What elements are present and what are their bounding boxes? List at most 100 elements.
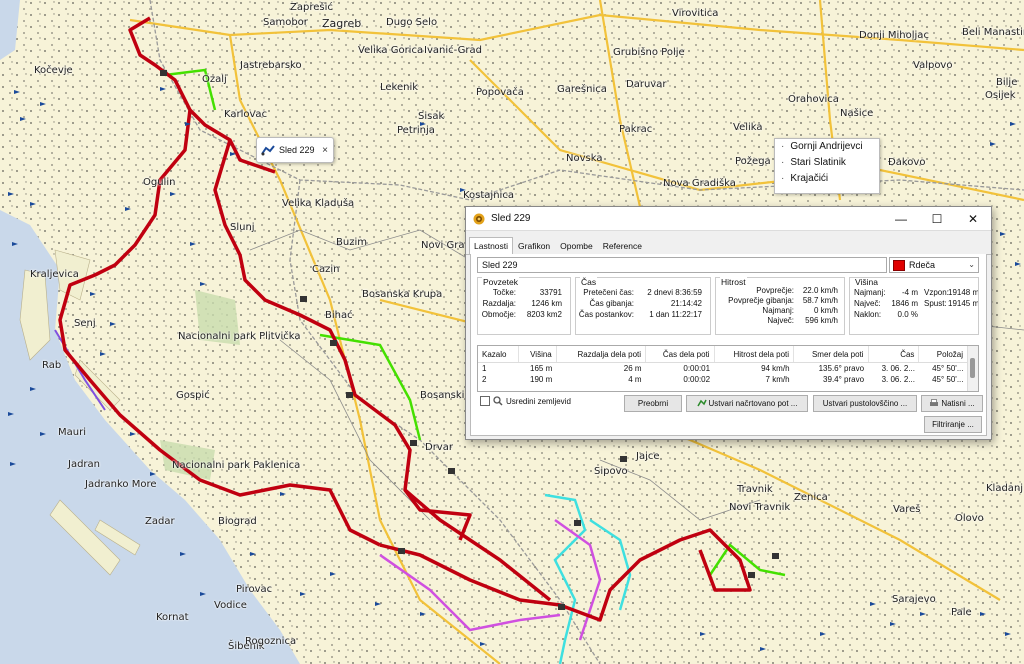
table-cell: 0:00:02 xyxy=(683,375,711,384)
stat-label: Razdalja: xyxy=(482,299,516,308)
stat-label: Čas gibanja: xyxy=(589,299,634,308)
table-row[interactable]: 1 165 m 26 m 0:00:01 94 km/h 135.6° prav… xyxy=(478,363,968,375)
close-icon[interactable]: × xyxy=(322,145,328,156)
stat-label: Povprečje: xyxy=(756,286,794,295)
scroll-thumb[interactable] xyxy=(970,358,975,378)
map-place-label: Ozalj xyxy=(202,74,227,85)
map-place-label: Sipovo xyxy=(594,466,628,477)
map-place-label: Kočevje xyxy=(34,65,73,76)
track-tooltip[interactable]: Sled 229 × xyxy=(256,137,334,163)
route-icon xyxy=(696,399,707,407)
close-icon[interactable]: ✕ xyxy=(955,207,991,230)
column-header[interactable]: Višina xyxy=(518,346,557,363)
title-bar[interactable]: Sled 229 — ☐ ✕ xyxy=(466,207,991,231)
table-cell: 2 xyxy=(482,375,487,384)
properties-panel: Sled 229 Rdeča ⌄ Povzetek Točke: 33791 R… xyxy=(470,254,987,436)
map-place-label: Bilje xyxy=(996,77,1018,88)
table-cell: 165 m xyxy=(530,364,553,373)
map-place-label: Cazin xyxy=(312,264,340,275)
place-item[interactable]: Stari Slatinik xyxy=(775,155,879,171)
stat-value: 1846 m xyxy=(891,299,918,308)
map-place-label: Travnik xyxy=(737,484,773,495)
map-place-label: Velika xyxy=(733,122,763,133)
map-place-label: Biograd xyxy=(218,516,257,527)
column-header[interactable]: Čas dela poti xyxy=(645,346,715,363)
map-place-label: Daruvar xyxy=(626,79,667,90)
stat-value: 1246 km xyxy=(531,299,562,308)
table-cell: 45° 50'... xyxy=(932,375,964,384)
table-cell: 135.6° pravo xyxy=(818,364,865,373)
track-name-input[interactable]: Sled 229 xyxy=(477,257,887,273)
column-header[interactable]: Hitrost dela poti xyxy=(714,346,795,363)
create-route-button[interactable]: Ustvari načrtovano pot ... xyxy=(686,395,808,412)
app-icon xyxy=(473,213,485,224)
stat-value: 58.7 km/h xyxy=(802,296,838,305)
map-place-label: Pakrac xyxy=(619,124,653,135)
map-place-label: Novi Gra xyxy=(421,240,465,251)
stat-label: Pretečeni čas: xyxy=(583,288,634,297)
column-header[interactable]: Razdalja dela poti xyxy=(556,346,647,363)
minimize-icon[interactable]: — xyxy=(883,207,919,230)
column-header[interactable]: Kazalo xyxy=(478,346,520,363)
map-place-label: Osijek xyxy=(985,90,1016,101)
maximize-icon[interactable]: ☐ xyxy=(919,207,955,230)
table-row[interactable]: 2 190 m 4 m 0:00:02 7 km/h 39.4° pravo 3… xyxy=(478,374,968,385)
button-label: Ustvari načrtovano pot ... xyxy=(708,399,798,408)
tab-references[interactable]: Reference xyxy=(598,238,647,254)
map-place-label: Požega xyxy=(735,156,771,167)
tab-notes[interactable]: Opombe xyxy=(555,238,598,254)
stat-label: Območje: xyxy=(481,310,516,319)
column-header[interactable]: Smer dela poti xyxy=(793,346,869,363)
tab-chart[interactable]: Grafikon xyxy=(513,238,555,254)
map-place-label: Ivanić-Grad xyxy=(424,45,482,56)
window-title: Sled 229 xyxy=(491,213,531,224)
tooltip-label: Sled 229 xyxy=(279,145,315,155)
stat-value: 19148 m xyxy=(948,288,979,297)
color-label: Rdeča xyxy=(909,260,936,270)
table-cell: 1 xyxy=(482,364,487,373)
map-place-label: Jastrebarsko xyxy=(240,60,302,71)
stat-label: Vzpon: xyxy=(924,288,949,297)
map-place-label: Đakovo xyxy=(888,157,926,168)
stat-label: Največ: xyxy=(767,316,794,325)
table-cell: 94 km/h xyxy=(761,364,790,373)
table-cell: 26 m xyxy=(623,364,642,373)
print-button[interactable]: Natisni ... xyxy=(921,395,983,412)
checkbox-label: Usredini zemljevid xyxy=(506,396,571,406)
group-title: Povzetek xyxy=(482,277,519,287)
column-header[interactable]: Položaj xyxy=(918,346,968,363)
center-map-checkbox[interactable]: Usredini zemljevid xyxy=(480,396,571,406)
map-place-label: Drvar xyxy=(425,442,453,453)
map-place-label: Senj xyxy=(74,318,96,329)
speed-group: Hitrost Povprečje: 22.0 km/h Povprečje g… xyxy=(715,277,845,335)
table-cell: 0:00:01 xyxy=(683,364,711,373)
invert-button[interactable]: Preobrni xyxy=(624,395,682,412)
stat-value: 33791 xyxy=(539,288,562,297)
map-place-label: Jadran xyxy=(68,459,101,470)
place-item[interactable]: Gornji Andrijevci xyxy=(775,139,879,155)
column-header[interactable]: Čas xyxy=(868,346,920,363)
place-item[interactable]: Krajačići xyxy=(775,171,879,187)
height-group: Višina Najmanj: -4 m Največ: 1846 m Nakl… xyxy=(849,277,979,335)
map-place-label: Lekenik xyxy=(380,82,419,93)
create-adventure-button[interactable]: Ustvari pustolovščino ... xyxy=(813,395,917,412)
tab-properties[interactable]: Lastnosti xyxy=(469,237,514,255)
table-cell: 39.4° pravo xyxy=(823,375,865,384)
table-scrollbar[interactable] xyxy=(967,346,978,391)
magnifier-map-icon xyxy=(493,396,503,406)
map-place-label: Slunj xyxy=(230,222,255,233)
stat-label: Naklon: xyxy=(854,310,882,319)
checkbox[interactable] xyxy=(480,396,490,406)
filter-button[interactable]: Filtriranje ... xyxy=(924,416,982,433)
track-points-table[interactable]: Kazalo Višina Razdalja dela poti Čas del… xyxy=(477,345,979,392)
map-place-label: Mauri xyxy=(58,427,86,438)
map-place-label: Karlovac xyxy=(224,109,268,120)
color-select[interactable]: Rdeča ⌄ xyxy=(889,257,979,273)
stat-value: -4 m xyxy=(902,288,918,297)
map-place-label: Nacionalni park Plitvička xyxy=(178,331,301,342)
map-place-label: Zenica xyxy=(794,492,828,503)
map-place-label: Vodice xyxy=(214,600,247,611)
map-place-label: Sarajevo xyxy=(892,594,936,605)
map-place-label: Bihać xyxy=(325,310,353,321)
stat-value: 2 dnevi 8:36:59 xyxy=(647,288,702,297)
